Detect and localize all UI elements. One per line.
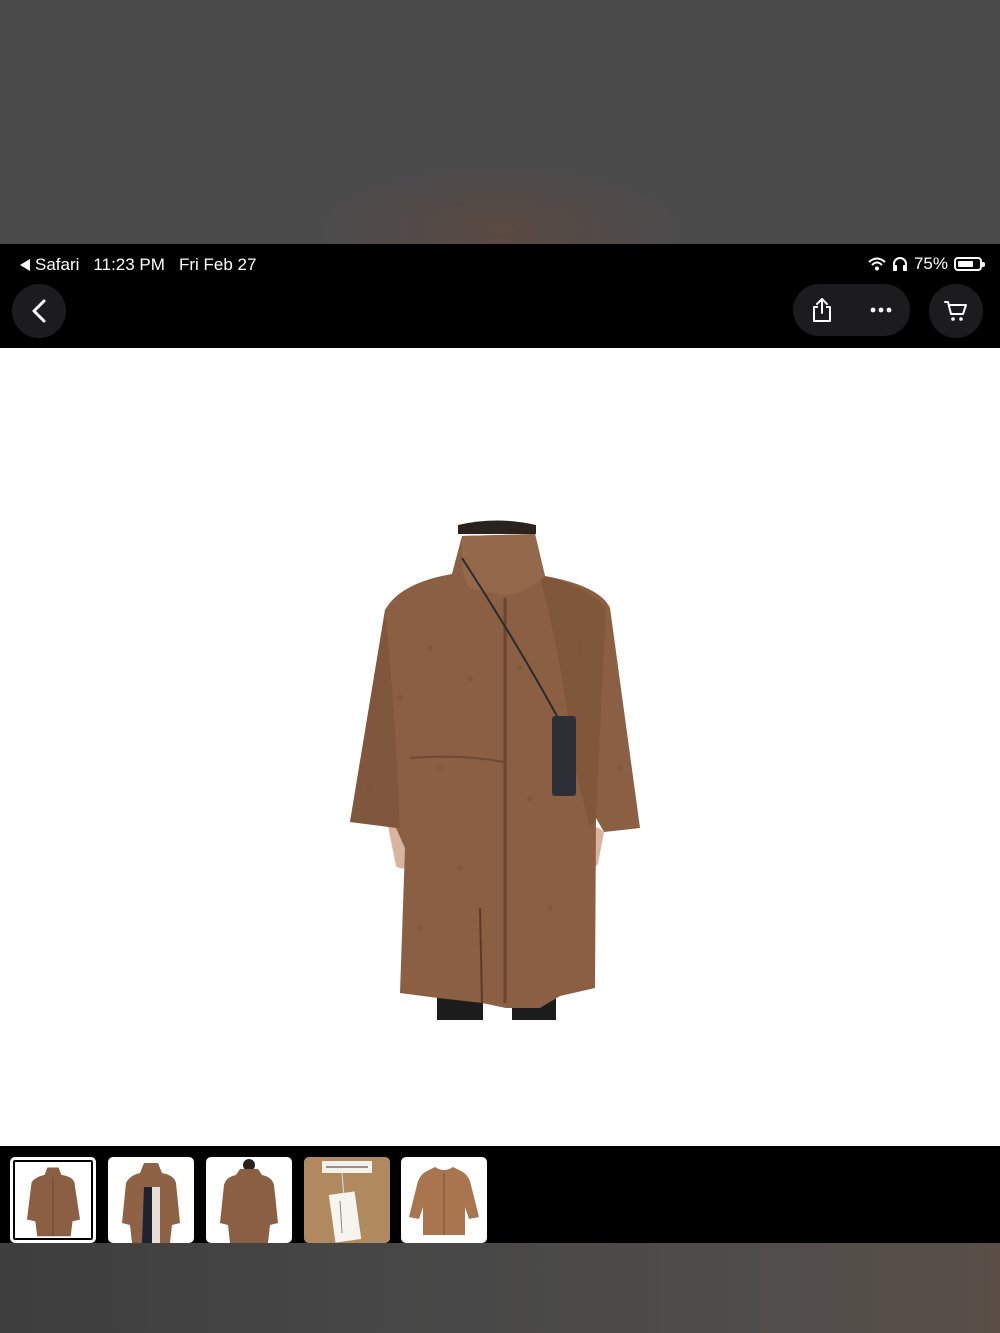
thumbnail-1[interactable] xyxy=(10,1157,96,1243)
cart-button[interactable] xyxy=(929,284,983,338)
thumbnail-coat-open xyxy=(122,1163,180,1243)
thumbnail-5[interactable] xyxy=(401,1157,487,1243)
thumbnail-2[interactable] xyxy=(108,1157,194,1243)
battery-percent: 75% xyxy=(913,254,948,273)
actions-pill xyxy=(793,284,910,336)
status-bar: Safari 11:23 PM Fri Feb 27 75% xyxy=(0,244,1000,284)
thumbnail-label-tag xyxy=(304,1157,390,1243)
share-button[interactable] xyxy=(793,284,851,336)
status-time: 11:23 PM xyxy=(93,255,165,274)
coat-photo xyxy=(350,520,640,1020)
headphones-icon xyxy=(892,257,907,271)
thumbnail-3[interactable] xyxy=(206,1157,292,1243)
battery-icon xyxy=(954,257,985,271)
back-button[interactable] xyxy=(12,284,66,338)
thumbnail-coat-front xyxy=(26,1167,80,1237)
back-app-label: Safari xyxy=(35,255,80,274)
thumbnail-4[interactable] xyxy=(304,1157,390,1243)
nav-bar xyxy=(0,284,1000,348)
cart-icon xyxy=(944,301,967,321)
battery-fill xyxy=(958,261,973,267)
wifi-icon xyxy=(868,257,886,271)
thumbnail-coat-back xyxy=(220,1159,278,1243)
blurred-background-bottom xyxy=(0,1243,1000,1333)
chevron-left-icon xyxy=(32,299,46,323)
thumbnail-strip xyxy=(0,1146,1000,1243)
back-triangle-icon xyxy=(20,259,30,271)
share-icon xyxy=(813,298,831,322)
product-main-image[interactable] xyxy=(0,348,1000,1146)
more-button[interactable] xyxy=(852,284,910,336)
status-date: Fri Feb 27 xyxy=(178,255,257,274)
ellipsis-icon xyxy=(870,307,892,313)
thumbnail-coat-flat xyxy=(409,1167,479,1235)
back-to-app-link[interactable]: Safari xyxy=(20,255,79,275)
blurred-background-top xyxy=(0,0,1000,244)
